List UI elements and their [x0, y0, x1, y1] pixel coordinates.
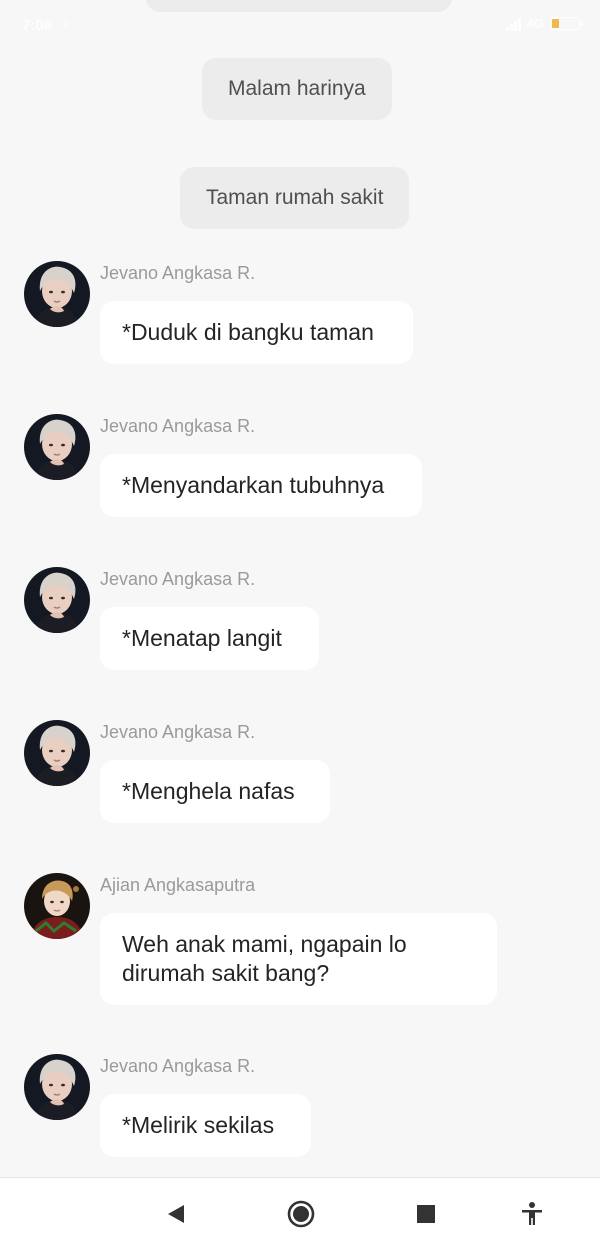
message-bubble[interactable]: *Melirik sekilas [100, 1094, 311, 1157]
message-bubble[interactable]: Weh anak mami, ngapain lo dirumah sakit … [100, 913, 497, 1005]
recents-icon[interactable] [411, 1199, 441, 1229]
message-bubble[interactable]: *Menghela nafas [100, 760, 330, 823]
sender-name: Jevano Angkasa R. [100, 569, 256, 589]
status-right: 4G [505, 16, 583, 31]
signal-icon [505, 17, 521, 31]
sender-name: Jevano Angkasa R. [100, 1056, 256, 1076]
sender-name: Jevano Angkasa R. [100, 722, 256, 742]
jevano-avatar[interactable] [24, 1054, 90, 1120]
narration-bubble: Malam harinya [202, 58, 392, 120]
battery-icon [550, 17, 583, 30]
message-bubble[interactable]: *Menatap langit [100, 607, 319, 670]
status-time: 7:06 [22, 17, 53, 34]
home-icon[interactable] [286, 1199, 316, 1229]
message-bubble[interactable]: *Menyandarkan tubuhnya [100, 454, 422, 517]
jevano-avatar[interactable] [24, 720, 90, 786]
back-icon[interactable] [160, 1199, 190, 1229]
jevano-avatar[interactable] [24, 261, 90, 327]
accessibility-icon[interactable] [517, 1199, 547, 1229]
notification-icons: ♪ ··· [62, 15, 99, 32]
message-bubble[interactable]: *Duduk di bangku taman [100, 301, 413, 364]
battery-level [552, 19, 559, 28]
jevano-avatar[interactable] [24, 567, 90, 633]
sender-name: Jevano Angkasa R. [100, 416, 256, 436]
sender-name: Ajian Angkasaputra [100, 875, 256, 895]
narration-bubble: Taman rumah sakit [180, 167, 410, 229]
sender-name: Jevano Angkasa R. [100, 263, 256, 283]
more-dots-icon: ··· [77, 15, 99, 32]
jevano-avatar[interactable] [24, 414, 90, 480]
music-note-icon: ♪ [62, 15, 72, 32]
navigation-bar [0, 1177, 600, 1249]
previous-narration-bubble [146, 0, 452, 12]
network-label: 4G [526, 16, 544, 31]
ajian-avatar[interactable] [24, 873, 90, 939]
